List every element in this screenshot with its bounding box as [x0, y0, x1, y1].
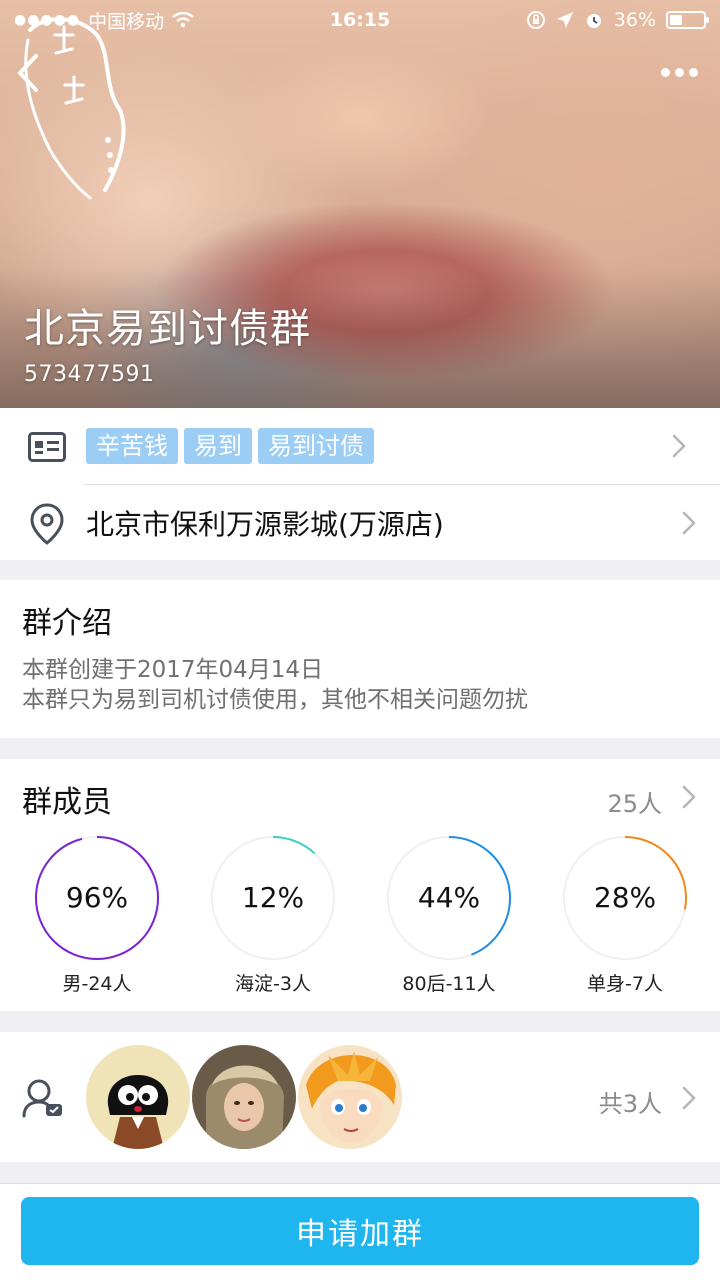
stat-label: 80后-11人 — [402, 973, 496, 995]
group-members-section[interactable]: 群成员 25人 96% 男-24人 12% 海淀-3人 44% 80后-11人 … — [0, 759, 720, 1011]
tags-row[interactable]: 辛苦钱 易到 易到讨债 — [0, 408, 720, 484]
admin-user-icon — [22, 1079, 62, 1118]
tag-chip: 易到讨债 — [258, 428, 374, 464]
chevron-left-icon — [18, 54, 38, 92]
group-intro-section: 群介绍 本群创建于2017年04月14日 本群只为易到司机讨债使用，其他不相关问… — [0, 580, 720, 738]
group-id: 573477591 — [24, 362, 155, 387]
intro-title: 群介绍 — [22, 606, 112, 641]
avatar[interactable] — [86, 1045, 190, 1149]
avatar[interactable] — [192, 1045, 296, 1149]
admin-total: 共3人 — [598, 1090, 662, 1118]
alarm-icon — [586, 14, 601, 28]
carrier-name: 中国移动 — [88, 10, 165, 33]
chevron-right-icon — [682, 785, 696, 809]
tag-chip: 易到 — [184, 428, 252, 464]
avatar[interactable] — [298, 1045, 402, 1149]
tag-chip: 辛苦钱 — [86, 428, 178, 464]
more-dots-icon — [688, 67, 698, 77]
chevron-right-icon — [682, 511, 696, 535]
signal-icon: ●●●●● — [14, 12, 81, 28]
battery-icon — [666, 11, 709, 29]
chevron-right-icon — [672, 434, 686, 458]
status-time: 16:15 — [329, 9, 391, 31]
chevron-right-icon — [682, 1086, 696, 1110]
group-name: 北京易到讨债群 — [24, 306, 311, 352]
admin-list-row[interactable]: 共3人 — [0, 1032, 720, 1162]
member-stat: 28% 单身-7人 — [560, 833, 690, 996]
status-bar: ●●●●● 中国移动 16:15 36% — [0, 0, 720, 40]
location-text: 北京市保利万源影城(万源店) — [86, 508, 444, 541]
orientation-lock-icon — [526, 11, 545, 29]
stat-label: 海淀-3人 — [235, 973, 311, 995]
stat-percent: 96% — [65, 881, 129, 914]
location-arrow-icon — [556, 12, 573, 28]
stat-label: 男-24人 — [62, 973, 132, 995]
group-cover-image: ●●●●● 中国移动 16:15 36% 北京易到讨债群 573477591 — [0, 0, 720, 408]
member-stat: 96% 男-24人 — [32, 833, 162, 996]
back-button[interactable] — [8, 48, 48, 98]
more-dots-icon — [674, 67, 684, 77]
location-row[interactable]: 北京市保利万源影城(万源店) — [0, 485, 720, 560]
member-stat: 12% 海淀-3人 — [208, 833, 338, 996]
stat-label: 单身-7人 — [587, 973, 663, 995]
intro-line: 本群只为易到司机讨债使用，其他不相关问题勿扰 — [22, 687, 528, 713]
battery-percent: 36% — [613, 9, 656, 31]
join-group-button[interactable]: 申请加群 — [21, 1197, 699, 1265]
member-count: 25人 — [607, 790, 662, 818]
id-card-icon — [28, 432, 66, 462]
more-button[interactable] — [656, 58, 702, 86]
stat-percent: 12% — [241, 881, 305, 914]
member-stat: 44% 80后-11人 — [384, 833, 514, 996]
group-info-card: 辛苦钱 易到 易到讨债 北京市保利万源影城(万源店) — [0, 408, 720, 560]
wifi-icon — [172, 12, 194, 28]
stat-percent: 44% — [417, 881, 481, 914]
tag-list: 辛苦钱 易到 易到讨债 — [86, 428, 374, 464]
more-dots-icon — [660, 67, 670, 77]
location-pin-icon — [30, 503, 64, 545]
members-title: 群成员 — [22, 785, 112, 820]
stat-percent: 28% — [593, 881, 657, 914]
intro-line: 本群创建于2017年04月14日 — [22, 657, 324, 683]
